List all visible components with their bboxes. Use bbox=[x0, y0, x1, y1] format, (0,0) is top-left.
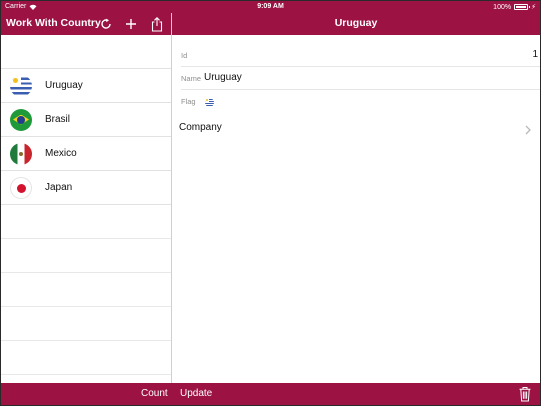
master-nav-bar: Work With Country bbox=[1, 13, 171, 35]
trash-icon[interactable] bbox=[518, 386, 532, 402]
list-item-label: Uruguay bbox=[45, 80, 83, 91]
flag-row: Flag bbox=[181, 90, 540, 113]
company-label: Company bbox=[179, 122, 222, 133]
status-bar: Carrier 9:09 AM 100% ⚡ bbox=[1, 1, 540, 13]
mexico-flag-icon bbox=[10, 142, 32, 165]
list-item-label: Brasil bbox=[45, 114, 71, 125]
empty-row bbox=[1, 307, 171, 341]
status-right: 100% ⚡ bbox=[493, 3, 536, 12]
uruguay-flag-icon bbox=[205, 98, 214, 107]
empty-row bbox=[1, 341, 171, 375]
empty-row bbox=[1, 239, 171, 273]
count-button[interactable]: Count bbox=[141, 388, 168, 399]
empty-row bbox=[1, 273, 171, 307]
company-row[interactable]: Company bbox=[179, 117, 540, 139]
app-screen: Carrier 9:09 AM 100% ⚡ Work With Country… bbox=[0, 0, 541, 406]
id-row: Id 1 bbox=[181, 44, 540, 67]
name-label: Name bbox=[181, 74, 202, 83]
update-button[interactable]: Update bbox=[180, 388, 212, 399]
list-item-label: Mexico bbox=[45, 148, 77, 159]
share-icon[interactable] bbox=[149, 16, 165, 32]
detail-pane: Id 1 Name Uruguay Flag Company bbox=[172, 35, 540, 383]
detail-title: Uruguay bbox=[334, 17, 378, 29]
name-row: Name Uruguay bbox=[181, 67, 540, 90]
list-item-label: Japan bbox=[45, 182, 73, 193]
empty-row bbox=[1, 205, 171, 239]
id-value: 1 bbox=[532, 49, 538, 60]
list-item-uruguay[interactable]: Uruguay bbox=[1, 69, 171, 103]
status-time: 9:09 AM bbox=[257, 3, 284, 10]
list-item-mexico[interactable]: Mexico bbox=[1, 137, 171, 171]
uruguay-flag-icon bbox=[10, 74, 32, 97]
brazil-flag-icon bbox=[10, 108, 32, 131]
refresh-icon[interactable] bbox=[98, 16, 114, 32]
japan-flag-icon bbox=[10, 176, 32, 199]
list-item-japan[interactable]: Japan bbox=[1, 171, 171, 205]
chevron-right-icon bbox=[524, 122, 532, 135]
country-list: Uruguay Brasil Mexico Japan bbox=[1, 35, 171, 383]
bottom-toolbar: Count Update bbox=[1, 383, 540, 405]
detail-nav-bar: Uruguay bbox=[172, 13, 540, 35]
id-label: Id bbox=[181, 51, 188, 60]
add-icon[interactable] bbox=[123, 16, 139, 32]
list-item-brasil[interactable]: Brasil bbox=[1, 103, 171, 137]
charging-icon: ⚡ bbox=[531, 4, 536, 11]
flag-label: Flag bbox=[181, 97, 196, 106]
master-title: Work With Country bbox=[6, 17, 101, 29]
battery-percent: 100% bbox=[493, 3, 512, 11]
list-header-spacer bbox=[1, 35, 171, 69]
battery-icon bbox=[514, 4, 531, 10]
name-value: Uruguay bbox=[204, 72, 242, 83]
